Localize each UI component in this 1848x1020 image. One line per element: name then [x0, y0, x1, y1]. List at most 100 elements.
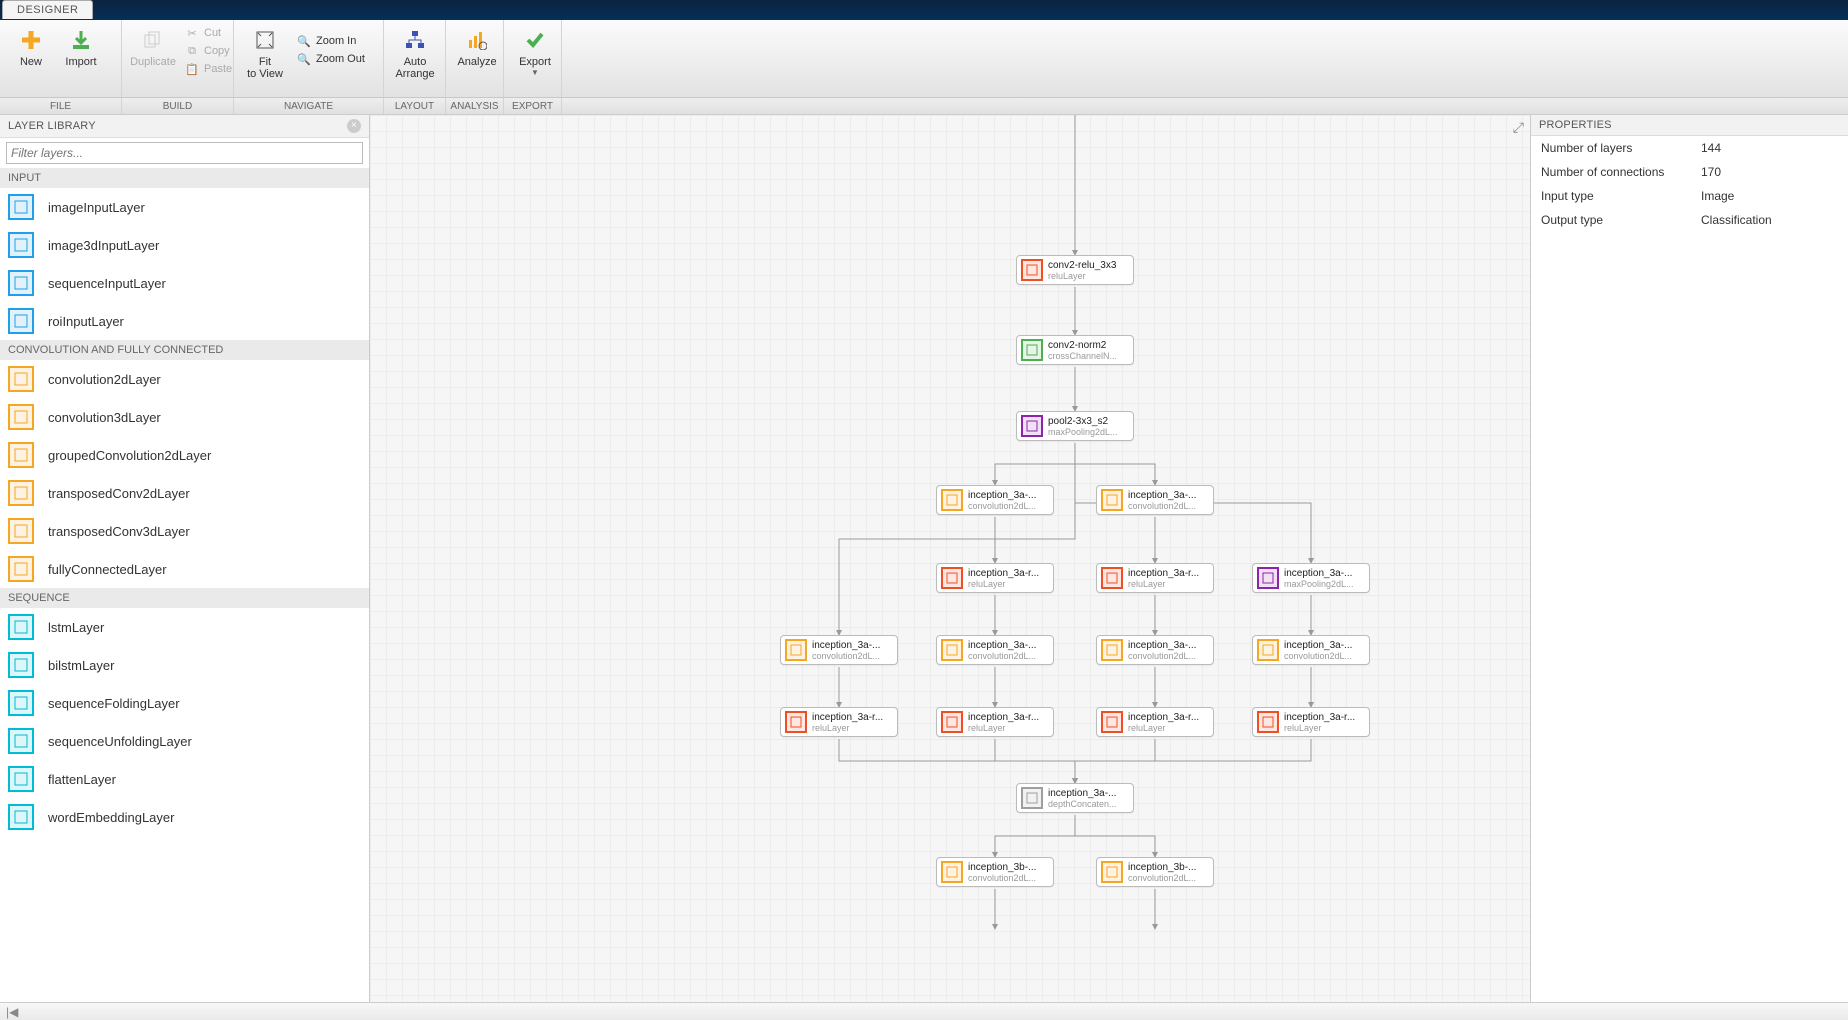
- property-value: Image: [1701, 189, 1734, 203]
- node-icon: [941, 567, 963, 589]
- layer-item[interactable]: convolution2dLayer: [0, 360, 369, 398]
- node-subtitle: reluLayer: [1284, 723, 1355, 733]
- layer-item[interactable]: transposedConv2dLayer: [0, 474, 369, 512]
- graph-node[interactable]: inception_3a-...maxPooling2dL...: [1252, 563, 1370, 593]
- node-icon: [941, 711, 963, 733]
- layer-name: transposedConv2dLayer: [48, 486, 190, 501]
- layer-item[interactable]: sequenceFoldingLayer: [0, 684, 369, 722]
- layer-icon: [8, 804, 34, 830]
- node-title: inception_3a-...: [1128, 490, 1196, 501]
- graph-node[interactable]: inception_3b-...convolution2dL...: [936, 857, 1054, 887]
- node-subtitle: maxPooling2dL...: [1048, 427, 1118, 437]
- design-canvas[interactable]: ⤢ conv2-relu_3x3reluLayer conv2-norm2cros…: [370, 115, 1530, 1002]
- graph-node[interactable]: conv2-norm2crossChannelN...: [1016, 335, 1134, 365]
- chevron-down-icon: ▼: [531, 68, 539, 77]
- graph-node[interactable]: inception_3a-r...reluLayer: [1252, 707, 1370, 737]
- node-subtitle: convolution2dL...: [812, 651, 880, 661]
- node-icon: [1101, 489, 1123, 511]
- zoom-out-icon: 🔍: [296, 51, 312, 67]
- node-icon: [785, 711, 807, 733]
- graph-node[interactable]: inception_3b-...convolution2dL...: [1096, 857, 1214, 887]
- layer-icon: [8, 614, 34, 640]
- property-key: Output type: [1541, 213, 1701, 227]
- new-button[interactable]: New: [6, 24, 56, 70]
- layer-item[interactable]: fullyConnectedLayer: [0, 550, 369, 588]
- layer-item[interactable]: groupedConvolution2dLayer: [0, 436, 369, 474]
- plus-icon: [19, 28, 43, 52]
- group-layout: LAYOUT: [384, 98, 446, 114]
- export-icon: [523, 28, 547, 52]
- node-title: inception_3a-...: [1128, 640, 1196, 651]
- property-value: Classification: [1701, 213, 1772, 227]
- graph-node[interactable]: inception_3a-r...reluLayer: [936, 707, 1054, 737]
- node-title: inception_3a-...: [812, 640, 880, 651]
- graph-node[interactable]: inception_3a-...convolution2dL...: [1096, 635, 1214, 665]
- property-row: Number of connections170: [1531, 160, 1848, 184]
- node-subtitle: reluLayer: [968, 723, 1039, 733]
- layer-item[interactable]: image3dInputLayer: [0, 226, 369, 264]
- layer-icon: [8, 556, 34, 582]
- filter-layers-input[interactable]: [6, 142, 363, 164]
- graph-node[interactable]: inception_3a-...depthConcaten...: [1016, 783, 1134, 813]
- graph-node[interactable]: inception_3a-r...reluLayer: [1096, 707, 1214, 737]
- layer-name: wordEmbeddingLayer: [48, 810, 174, 825]
- node-title: inception_3a-...: [1048, 788, 1117, 799]
- node-title: inception_3a-r...: [1128, 712, 1199, 723]
- layer-icon: [8, 728, 34, 754]
- layer-item[interactable]: roiInputLayer: [0, 302, 369, 340]
- layer-item[interactable]: lstmLayer: [0, 608, 369, 646]
- graph-node[interactable]: conv2-relu_3x3reluLayer: [1016, 255, 1134, 285]
- tab-designer[interactable]: DESIGNER: [2, 0, 93, 19]
- layer-name: image3dInputLayer: [48, 238, 159, 253]
- analyze-button[interactable]: Analyze: [452, 24, 502, 70]
- group-export: EXPORT: [504, 98, 562, 114]
- prev-icon[interactable]: |◀: [6, 1005, 18, 1019]
- node-subtitle: convolution2dL...: [1128, 651, 1196, 661]
- layer-list[interactable]: INPUTimageInputLayer image3dInputLayer seq…: [0, 168, 369, 1002]
- node-icon: [1021, 787, 1043, 809]
- graph-node[interactable]: inception_3a-...convolution2dL...: [1252, 635, 1370, 665]
- node-subtitle: convolution2dL...: [968, 651, 1036, 661]
- status-bar: |◀: [0, 1002, 1848, 1020]
- layer-item[interactable]: convolution3dLayer: [0, 398, 369, 436]
- layer-item[interactable]: transposedConv3dLayer: [0, 512, 369, 550]
- layer-item[interactable]: sequenceInputLayer: [0, 264, 369, 302]
- zoom-out-button[interactable]: 🔍Zoom Out: [290, 50, 371, 68]
- node-title: inception_3a-r...: [1128, 568, 1199, 579]
- layer-icon: [8, 766, 34, 792]
- export-label: Export: [519, 56, 551, 68]
- node-title: inception_3b-...: [1128, 862, 1196, 873]
- layer-item[interactable]: flattenLayer: [0, 760, 369, 798]
- graph-node[interactable]: inception_3a-...convolution2dL...: [780, 635, 898, 665]
- zoom-in-button[interactable]: 🔍Zoom In: [290, 32, 371, 50]
- import-button[interactable]: Import: [56, 24, 106, 70]
- node-icon: [1101, 567, 1123, 589]
- graph-node[interactable]: inception_3a-r...reluLayer: [780, 707, 898, 737]
- graph-node[interactable]: inception_3a-...convolution2dL...: [936, 485, 1054, 515]
- layer-item[interactable]: bilstmLayer: [0, 646, 369, 684]
- graph-node[interactable]: inception_3a-...convolution2dL...: [936, 635, 1054, 665]
- graph-node[interactable]: inception_3a-r...reluLayer: [936, 563, 1054, 593]
- node-title: inception_3a-r...: [968, 568, 1039, 579]
- category-header: INPUT: [0, 168, 369, 188]
- export-button[interactable]: Export ▼: [510, 24, 560, 79]
- graph-node[interactable]: pool2-3x3_s2maxPooling2dL...: [1016, 411, 1134, 441]
- layer-item[interactable]: imageInputLayer: [0, 188, 369, 226]
- node-subtitle: reluLayer: [968, 579, 1039, 589]
- layer-name: flattenLayer: [48, 772, 116, 787]
- layer-item[interactable]: sequenceUnfoldingLayer: [0, 722, 369, 760]
- graph-node[interactable]: inception_3a-r...reluLayer: [1096, 563, 1214, 593]
- layer-name: transposedConv3dLayer: [48, 524, 190, 539]
- new-label: New: [20, 56, 42, 68]
- graph-node[interactable]: inception_3a-...convolution2dL...: [1096, 485, 1214, 515]
- layer-item[interactable]: wordEmbeddingLayer: [0, 798, 369, 836]
- layer-icon: [8, 308, 34, 334]
- fit-to-view-button[interactable]: Fit to View: [240, 24, 290, 82]
- node-icon: [1021, 259, 1043, 281]
- node-icon: [941, 861, 963, 883]
- node-subtitle: reluLayer: [1128, 579, 1199, 589]
- ribbon: New Import Duplicate ✂Cut ⧉Copy 📋Paste F…: [0, 20, 1848, 98]
- auto-arrange-button[interactable]: Auto Arrange: [390, 24, 440, 82]
- expand-icon[interactable]: ⤢: [1513, 119, 1524, 136]
- close-icon[interactable]: ×: [347, 119, 361, 133]
